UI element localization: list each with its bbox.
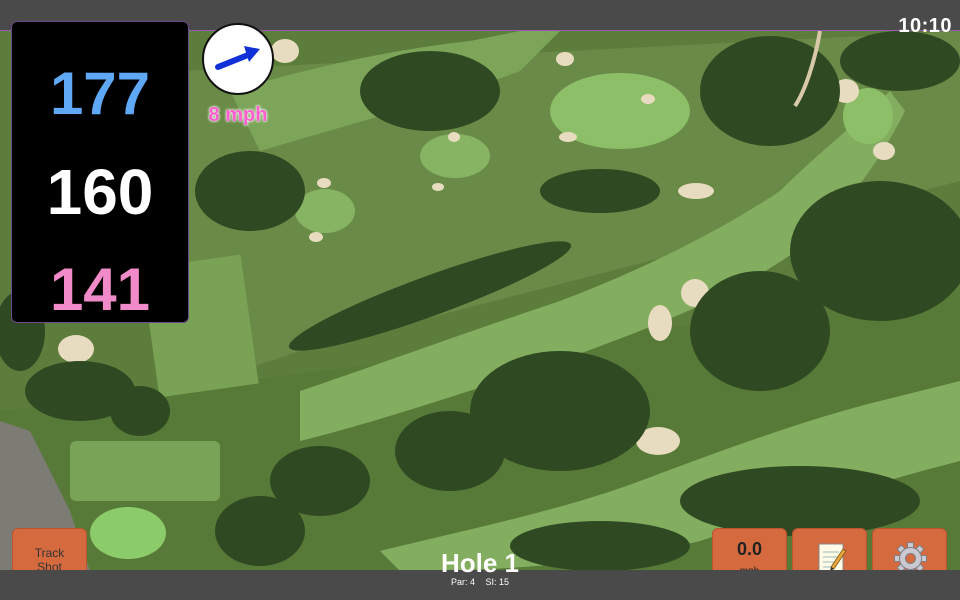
clock: 10:10 [898, 15, 952, 37]
wind-speed-label: 8 mph [208, 104, 268, 126]
middle-of-green-yardage: 160 [46, 156, 154, 228]
hole-stroke-index: SI: 15 [485, 577, 510, 587]
wind-direction-indicator [202, 23, 274, 95]
hole-par: Par: 4 [450, 577, 475, 587]
speed-value: 0.0 [736, 539, 763, 559]
wind-arrow-icon [215, 46, 260, 70]
front-of-green-yardage: 141 [49, 256, 151, 323]
track-shot-label-line1: Track [34, 546, 65, 560]
hole-info: Par: 4 SI: 15 [380, 577, 580, 587]
hole-title: Hole 1 [440, 548, 520, 578]
yardage-panel: 177 160 141 [11, 21, 189, 323]
back-of-green-yardage: 177 [49, 60, 151, 127]
